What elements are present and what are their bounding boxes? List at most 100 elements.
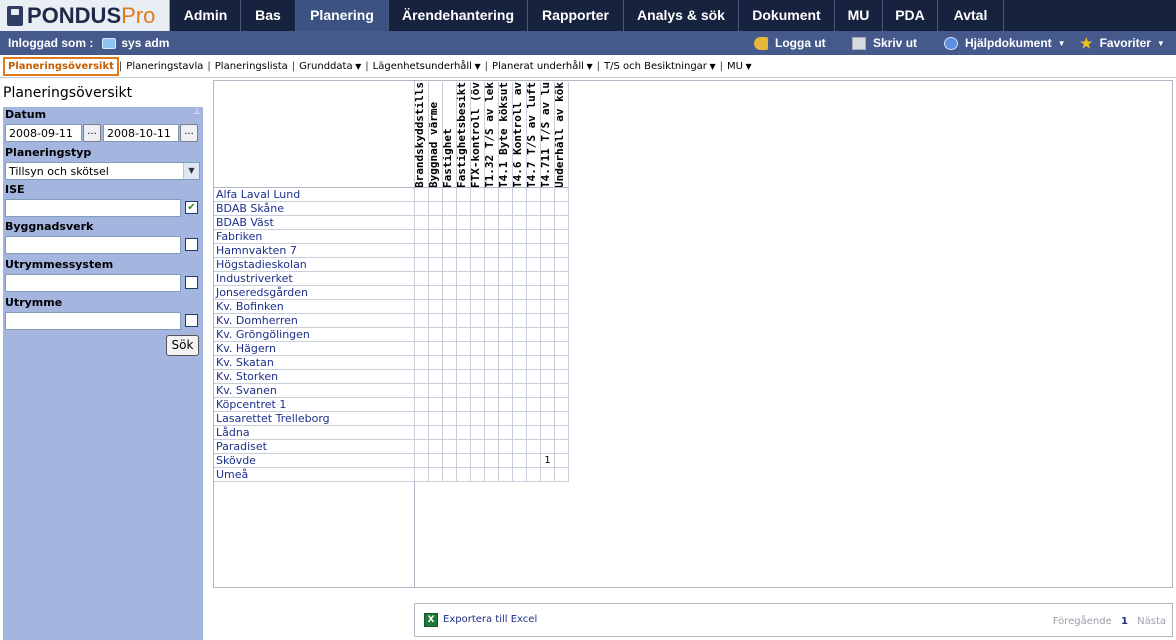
utrymme-checkbox[interactable] — [185, 314, 198, 327]
grid-line — [414, 271, 568, 272]
tab-avtal[interactable]: Avtal — [938, 0, 1004, 31]
row-name[interactable]: Köpcentret 1 — [214, 398, 414, 412]
ise-checkbox[interactable]: ✔ — [185, 201, 198, 214]
grid-line — [414, 341, 568, 342]
grid-line — [414, 383, 568, 384]
chevron-down-icon: ▼ — [1057, 38, 1066, 48]
row-name[interactable]: Kv. Storken — [214, 370, 414, 384]
subnav-item-7[interactable]: T/S och Besiktningar ▼ — [600, 61, 720, 72]
grid-line — [414, 439, 568, 440]
datum-label: Datum — [5, 108, 47, 121]
subnav-item-2[interactable]: Planeringstavla — [122, 61, 207, 72]
export-excel-link[interactable]: Exportera till Excel — [443, 614, 537, 625]
subnav-item-5[interactable]: Lägenhetsunderhåll ▼ — [369, 61, 485, 72]
column-header: Fastighetsbesikt — [456, 82, 470, 188]
grid-line — [442, 82, 443, 482]
subnav-item-6[interactable]: Planerat underhåll ▼ — [488, 61, 597, 72]
column-header: T4.6 Kontroll av — [512, 82, 526, 188]
date-to-picker-button[interactable]: ... — [180, 124, 198, 142]
row-name[interactable]: Kv. Svanen — [214, 384, 414, 398]
tab-planering[interactable]: Planering — [296, 0, 389, 31]
chevron-down-icon: ▼ — [183, 163, 199, 179]
date-from-picker-button[interactable]: ... — [83, 124, 101, 142]
user-icon — [102, 37, 117, 49]
grid-line — [414, 82, 415, 482]
byggnadsverk-checkbox[interactable] — [185, 238, 198, 251]
subnav-item-8[interactable]: MU ▼ — [723, 61, 756, 72]
tab-bas[interactable]: Bas — [241, 0, 296, 31]
row-name[interactable]: Umeå — [214, 468, 414, 482]
grid-line — [414, 481, 568, 482]
row-name[interactable]: Högstadieskolan — [214, 258, 414, 272]
row-name[interactable]: Kv. Hägern — [214, 342, 414, 356]
row-name[interactable]: Kv. Domherren — [214, 314, 414, 328]
logo-text: PONDUSPro — [27, 3, 156, 28]
column-header-label: T4.1 Byte köksut — [498, 82, 510, 188]
tab-mu[interactable]: MU — [835, 0, 883, 31]
logged-in-label: Inloggad som : — [8, 36, 94, 50]
utrymme-input[interactable] — [5, 312, 181, 330]
column-header: Brandskyddstills — [414, 82, 428, 188]
grid-line — [456, 82, 457, 482]
chevron-down-icon: ▼ — [352, 62, 362, 71]
column-header-label: T4.711 T/S av lu — [540, 82, 552, 188]
date-to-input[interactable]: 2008-10-11 — [103, 124, 179, 142]
row-name[interactable]: Kv. Bofinken — [214, 300, 414, 314]
ise-input[interactable] — [5, 199, 181, 217]
byggnadsverk-label: Byggnadsverk — [5, 220, 94, 233]
logo-icon — [7, 6, 23, 26]
date-from-input[interactable]: 2008-09-11 — [5, 124, 82, 142]
byggnadsverk-input[interactable] — [5, 236, 181, 254]
subnav-item-1[interactable]: Planeringsöversikt — [3, 57, 119, 76]
row-name[interactable]: Kv. Gröngölingen — [214, 328, 414, 342]
tab-ärendehantering[interactable]: Ärendehantering — [389, 0, 528, 31]
tab-admin[interactable]: Admin — [171, 0, 241, 31]
pin-icon[interactable]: ⊥ — [193, 107, 201, 117]
row-name[interactable]: Kv. Skatan — [214, 356, 414, 370]
column-header: FTX-kontroll (öv — [470, 82, 484, 188]
next-page-link[interactable]: Nästa — [1137, 616, 1166, 627]
grid-line — [414, 285, 568, 286]
search-button[interactable]: Sök — [166, 335, 199, 356]
row-name[interactable]: Hamnvakten 7 — [214, 244, 414, 258]
row-name[interactable]: Alfa Laval Lund — [214, 188, 414, 202]
previous-page-link[interactable]: Föregående — [1053, 616, 1112, 627]
grid-line — [414, 257, 568, 258]
row-name[interactable]: Lasarettet Trelleborg — [214, 412, 414, 426]
grid-cell-value[interactable]: 1 — [541, 454, 554, 467]
ise-label: ISE — [5, 183, 25, 196]
excel-icon[interactable]: X — [424, 613, 438, 627]
row-name[interactable]: Skövde — [214, 454, 414, 468]
tab-rapporter[interactable]: Rapporter — [528, 0, 624, 31]
utrymmessystem-checkbox[interactable] — [185, 276, 198, 289]
tab-pda[interactable]: PDA — [883, 0, 938, 31]
row-name[interactable]: Industriverket — [214, 272, 414, 286]
column-header-label: Fastighet — [442, 128, 454, 188]
grid-line — [414, 313, 568, 314]
row-name[interactable]: BDAB Skåne — [214, 202, 414, 216]
grid-line — [484, 82, 485, 482]
tab-dokument[interactable]: Dokument — [739, 0, 835, 31]
logout-link[interactable]: Logga ut — [754, 36, 826, 50]
panel-title: Planeringsöversikt — [3, 80, 203, 107]
row-name[interactable]: Jonseredsgården — [214, 286, 414, 300]
subnav-item-4[interactable]: Grunddata ▼ — [295, 61, 365, 72]
favorites-menu[interactable]: ★ Favoriter ▼ — [1080, 34, 1165, 51]
print-link[interactable]: Skriv ut — [852, 36, 917, 50]
grid-line — [568, 82, 569, 482]
chevron-down-icon: ▼ — [471, 62, 481, 71]
column-header-label: T1.32 T/S av lek — [484, 82, 496, 188]
grid-line — [414, 369, 568, 370]
subnav-item-3[interactable]: Planeringslista — [211, 61, 292, 72]
star-icon: ★ — [1080, 34, 1093, 51]
row-name[interactable]: Paradiset — [214, 440, 414, 454]
planeringstyp-select[interactable]: Tillsyn och skötsel ▼ — [5, 162, 200, 180]
grid-line — [470, 82, 471, 482]
row-name[interactable]: Fabriken — [214, 230, 414, 244]
help-documents-menu[interactable]: Hjälpdokument ▼ — [944, 36, 1066, 50]
utrymmessystem-input[interactable] — [5, 274, 181, 292]
tab-analys-sök[interactable]: Analys & sök — [624, 0, 739, 31]
row-name[interactable]: BDAB Väst — [214, 216, 414, 230]
row-name[interactable]: Lådna — [214, 426, 414, 440]
subnav-item-label: Grunddata — [299, 61, 353, 72]
